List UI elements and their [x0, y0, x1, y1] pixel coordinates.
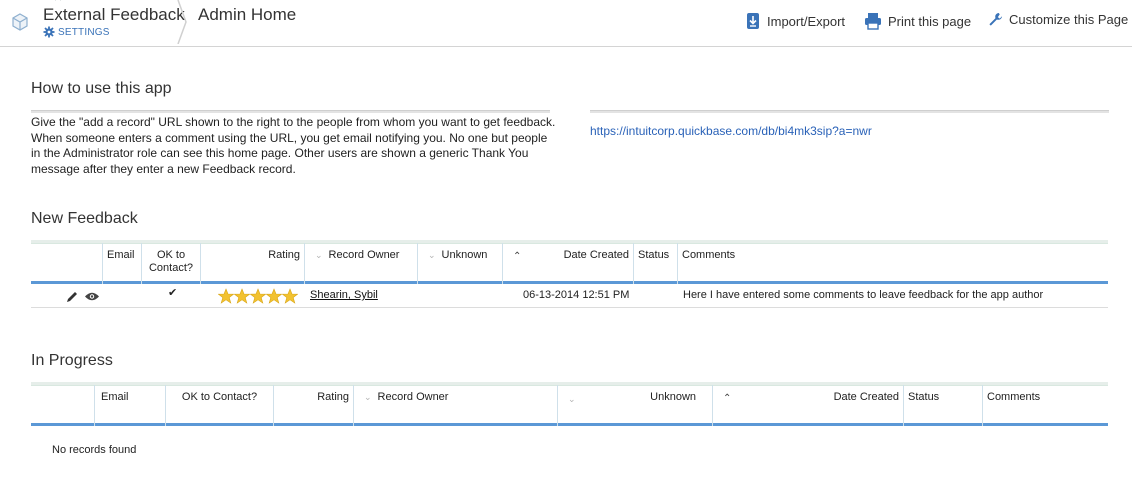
how-to-title: How to use this app [31, 80, 172, 97]
col-record-owner[interactable]: ⌄ Record Owner [305, 243, 418, 284]
col-comments[interactable]: Comments [983, 385, 1108, 426]
import-export-icon [747, 13, 759, 29]
customize-label: Customize this Page [1009, 12, 1129, 27]
col-comments[interactable]: Comments [678, 243, 1108, 284]
col-date-created[interactable]: ⌃ Date Created [713, 385, 904, 426]
col-actions [31, 385, 95, 426]
page-title: Admin Home [198, 5, 297, 24]
col-record-owner[interactable]: ⌄ Record Owner [354, 385, 558, 426]
in-progress-title: In Progress [31, 352, 113, 369]
col-ok-label: OK to Contact? [181, 391, 258, 403]
col-actions [31, 243, 103, 284]
new-feedback-header-row: Email OK to Contact? Rating ⌄ Record Owne… [31, 240, 1108, 284]
new-feedback-title: New Feedback [31, 210, 138, 227]
col-ok-to-contact[interactable]: OK to Contact? [142, 243, 201, 284]
eye-icon[interactable] [84, 291, 100, 302]
printer-icon [865, 13, 881, 30]
app-cube-icon[interactable] [10, 12, 30, 32]
app-menu-icon[interactable] [53, 0, 63, 4]
breadcrumb-separator [177, 0, 187, 44]
in-progress-table: Email OK to Contact? Rating ⌄ Record Owne… [31, 382, 1108, 426]
col-rating-label: Rating [268, 249, 300, 261]
table-row[interactable]: ✔ Shearin, Sybil 06-13-2014 12:51 PM Her… [31, 284, 1108, 308]
col-rating[interactable]: Rating [201, 243, 305, 284]
ok-checkmark: ✔ [168, 287, 178, 299]
add-record-url-link[interactable]: https://intuitcorp.quickbase.com/db/bi4m… [590, 124, 872, 138]
sort-up-icon: ⌃ [513, 251, 522, 262]
col-ok-label: OK to Contact? [148, 249, 194, 274]
col-email[interactable]: Email [103, 243, 142, 284]
how-to-body: Give the "add a record" URL shown to the… [31, 115, 556, 176]
col-unknown[interactable]: ⌄ Unknown [418, 243, 503, 284]
col-status-label: Status [908, 391, 940, 403]
new-feedback-table: Email OK to Contact? Rating ⌄ Record Owne… [31, 240, 1108, 308]
col-status-label: Status [638, 249, 670, 261]
col-date-label: Date Created [563, 249, 629, 261]
wrench-icon [989, 12, 1003, 26]
sort-down-icon: ⌄ [364, 392, 372, 402]
col-email-label: Email [107, 249, 135, 261]
star-icon [266, 288, 282, 304]
rating-stars [218, 288, 298, 304]
col-unknown-label: Unknown [650, 391, 696, 403]
col-unknown[interactable]: ⌄ Unknown [558, 385, 713, 426]
print-button[interactable]: Print this page [864, 12, 971, 30]
col-status[interactable]: Status [904, 385, 983, 426]
url-divider [590, 110, 1109, 113]
col-comments-label: Comments [682, 249, 736, 261]
customize-page-button[interactable]: Customize this Page [988, 12, 1128, 27]
col-date-created[interactable]: ⌃ Date Created [503, 243, 634, 284]
record-owner-link[interactable]: Shearin, Sybil [310, 289, 378, 301]
col-rating[interactable]: Rating [274, 385, 354, 426]
col-ok-to-contact[interactable]: OK to Contact? [166, 385, 274, 426]
print-label: Print this page [888, 13, 972, 29]
import-export-label: Import/Export [767, 13, 846, 29]
gear-icon [43, 26, 55, 38]
date-created-value: 06-13-2014 12:51 PM [523, 289, 630, 301]
app-title[interactable]: External Feedback [43, 5, 185, 25]
sort-down-icon: ⌄ [568, 394, 576, 404]
col-status[interactable]: Status [634, 243, 678, 284]
sort-down-icon: ⌄ [428, 250, 436, 260]
in-progress-header-row: Email OK to Contact? Rating ⌄ Record Owne… [31, 382, 1108, 426]
star-icon [234, 288, 250, 304]
no-records-message: No records found [52, 444, 137, 456]
col-email[interactable]: Email [95, 385, 166, 426]
col-rating-label: Rating [317, 391, 349, 403]
sort-down-icon: ⌄ [315, 250, 323, 260]
col-owner-label: Record Owner [377, 391, 449, 403]
comments-value: Here I have entered some comments to lea… [683, 289, 1044, 301]
col-date-label: Date Created [833, 391, 899, 403]
col-comments-label: Comments [987, 391, 1041, 403]
star-icon [218, 288, 234, 304]
star-icon [250, 288, 266, 304]
col-unknown-label: Unknown [441, 249, 488, 261]
import-export-button[interactable]: Import/Export [745, 12, 845, 30]
star-icon [282, 288, 298, 304]
col-owner-label: Record Owner [328, 249, 400, 261]
settings-label: SETTINGS [58, 26, 110, 38]
top-bar: External Feedback SETTINGS Admin Home Im… [0, 0, 1132, 47]
sort-up-icon: ⌃ [723, 393, 732, 404]
pencil-icon[interactable] [65, 290, 79, 304]
col-email-label: Email [101, 391, 129, 403]
settings-link[interactable]: SETTINGS [43, 26, 110, 38]
how-to-divider [31, 110, 550, 113]
